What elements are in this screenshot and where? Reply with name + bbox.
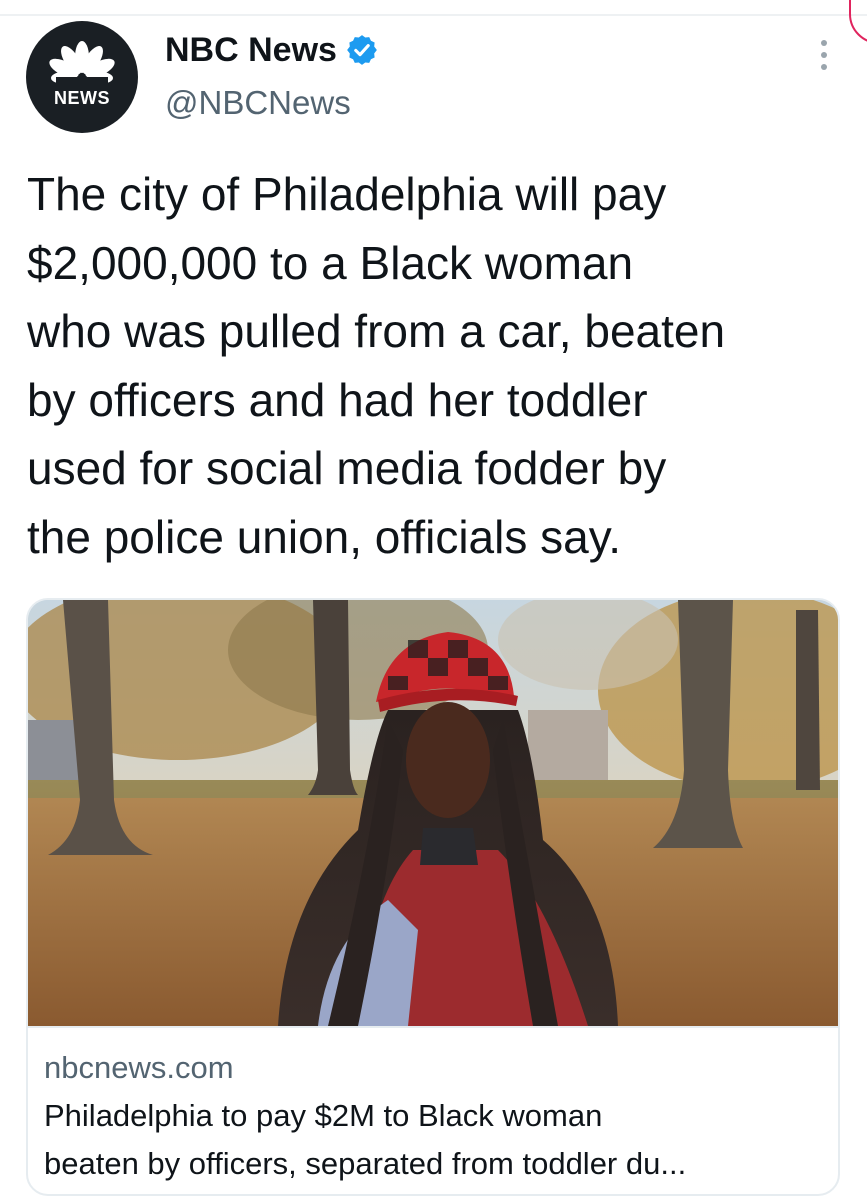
- tweet-text: The city of Philadelphia will pay $2,000…: [27, 160, 857, 572]
- link-title-line: Philadelphia to pay $2M to Black woman: [44, 1098, 603, 1133]
- article-photo-illustration: [28, 600, 838, 1026]
- link-card-body[interactable]: nbcnews.com Philadelphia to pay $2M to B…: [28, 1026, 838, 1194]
- tweet-text-line: who was pulled from a car, beaten: [27, 305, 726, 358]
- avatar[interactable]: NEWS: [26, 21, 138, 133]
- verified-badge-icon: [347, 35, 377, 65]
- avatar-label: NEWS: [54, 88, 110, 108]
- author-row: NBC News: [165, 28, 379, 72]
- more-options-icon[interactable]: [814, 40, 834, 74]
- tweet[interactable]: NEWS NBC News @NBCNews The city of Phila…: [0, 0, 867, 1200]
- link-card[interactable]: nbcnews.com Philadelphia to pay $2M to B…: [26, 598, 840, 1196]
- nbc-peacock-icon: [49, 41, 115, 89]
- handle[interactable]: @NBCNews: [165, 84, 351, 122]
- tweet-text-line: The city of Philadelphia will pay: [27, 168, 667, 220]
- link-title: Philadelphia to pay $2M to Black woman b…: [44, 1092, 824, 1188]
- tweet-text-line: the police union, officials say.: [27, 510, 622, 563]
- tweet-text-line: by officers and had her toddler: [27, 373, 648, 426]
- tweet-text-line: used for social media fodder by: [27, 442, 667, 495]
- article-photo[interactable]: [28, 600, 838, 1026]
- link-domain: nbcnews.com: [44, 1050, 234, 1085]
- link-title-line: beaten by officers, separated from toddl…: [44, 1146, 687, 1181]
- display-name[interactable]: NBC News: [165, 31, 337, 70]
- tweet-text-line: $2,000,000 to a Black woman: [27, 236, 634, 289]
